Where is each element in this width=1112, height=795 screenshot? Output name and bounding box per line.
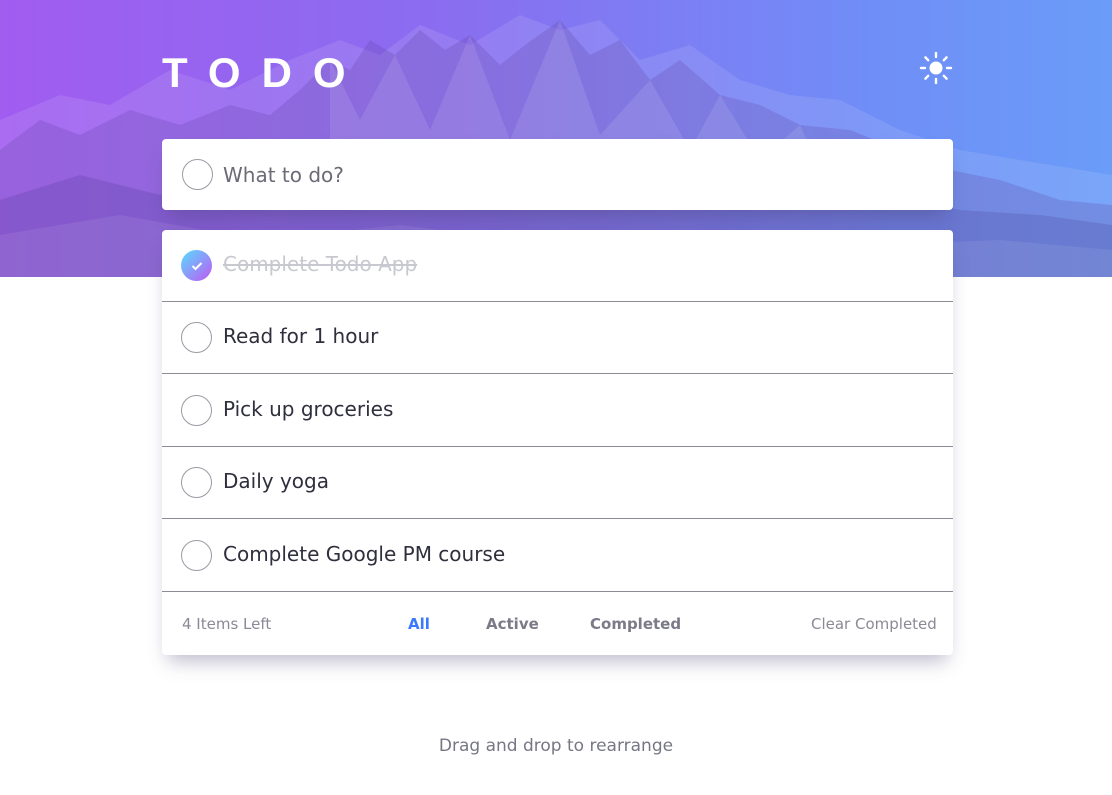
new-todo-check-circle[interactable] [182, 159, 213, 190]
todo-text: Pick up groceries [223, 397, 394, 421]
filter-completed[interactable]: Completed [590, 615, 681, 633]
todo-text: Complete Google PM course [223, 542, 506, 566]
items-left-count: 4 Items Left [182, 615, 272, 633]
todo-item[interactable]: Complete Google PM course [162, 520, 953, 592]
filter-all[interactable]: All [408, 615, 430, 633]
todo-checkbox[interactable] [181, 250, 212, 281]
todo-item[interactable]: Read for 1 hour [162, 302, 953, 374]
filter-active[interactable]: Active [486, 615, 539, 633]
todo-checkbox[interactable] [181, 467, 212, 498]
check-icon [191, 261, 202, 270]
new-todo-card [162, 139, 953, 210]
new-todo-input[interactable] [223, 157, 923, 193]
app-title: TODO [162, 49, 367, 96]
todo-item[interactable]: Daily yoga [162, 447, 953, 519]
drag-drop-hint: Drag and drop to rearrange [438, 736, 674, 756]
todo-item[interactable]: Complete Todo App [162, 230, 953, 302]
clear-completed-button[interactable]: Clear Completed [811, 615, 937, 633]
todo-text: Complete Todo App [223, 252, 418, 276]
todo-text: Read for 1 hour [223, 324, 379, 348]
todo-item[interactable]: Pick up groceries [162, 375, 953, 447]
todo-checkbox[interactable] [181, 322, 212, 353]
todo-checkbox[interactable] [181, 395, 212, 426]
list-footer: 4 Items Left All Active Completed Clear … [162, 593, 953, 655]
todo-list: Complete Todo App Read for 1 hour Pick u… [162, 230, 953, 655]
todo-checkbox[interactable] [181, 540, 212, 571]
theme-toggle-button[interactable] [918, 50, 954, 86]
todo-text: Daily yoga [223, 469, 329, 493]
sun-icon [919, 51, 953, 85]
